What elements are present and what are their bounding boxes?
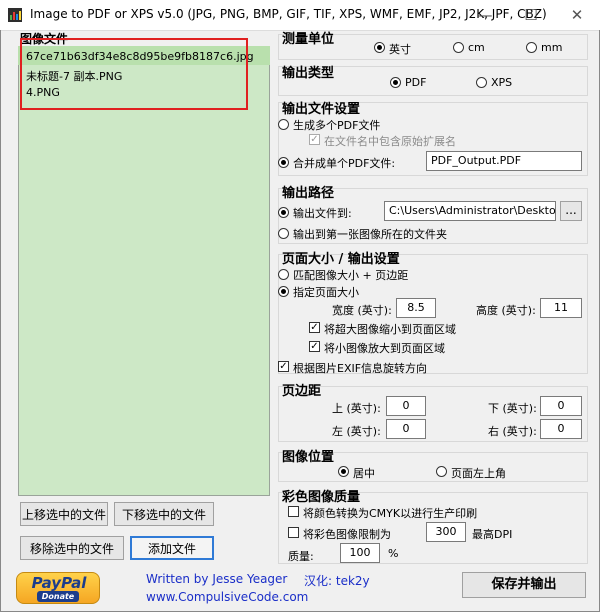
output-type-title: 输出类型 bbox=[282, 66, 335, 81]
cmyk-label: 将颜色转换为CMYK以进行生产印刷 bbox=[303, 507, 478, 520]
limit-dpi-label: 将彩色图像限制为 bbox=[303, 528, 391, 541]
shrink-large-checkbox[interactable]: ✓ bbox=[309, 322, 320, 333]
specify-page-size-radio[interactable] bbox=[278, 286, 289, 297]
save-and-export-button[interactable]: 保存并输出 bbox=[462, 572, 586, 598]
page-width-label: 宽度 (英寸): bbox=[332, 304, 392, 317]
output-path-title: 输出路径 bbox=[282, 186, 335, 201]
margin-right-label: 右 (英寸): bbox=[488, 425, 537, 438]
position-center-label: 居中 bbox=[353, 467, 375, 480]
exif-rotate-label: 根据图片EXIF信息旋转方向 bbox=[293, 362, 428, 375]
pdf-filename-input[interactable]: PDF_Output.PDF bbox=[426, 151, 582, 171]
units-cm-radio[interactable] bbox=[453, 42, 464, 53]
quality-percent-label: % bbox=[388, 547, 399, 560]
page-size-title: 页面大小 / 输出设置 bbox=[282, 252, 400, 267]
file-settings-title: 输出文件设置 bbox=[282, 102, 361, 117]
position-center-radio[interactable] bbox=[338, 466, 349, 477]
units-inch-label: 英寸 bbox=[389, 43, 411, 56]
first-image-folder-radio[interactable] bbox=[278, 228, 289, 239]
output-xps-label: XPS bbox=[491, 76, 513, 89]
file-list[interactable] bbox=[18, 46, 270, 496]
dpi-input[interactable]: 300 bbox=[426, 522, 466, 542]
add-files-button[interactable]: 添加文件 bbox=[130, 536, 214, 560]
units-cm-label: cm bbox=[468, 41, 485, 54]
dpi-label: 最高DPI bbox=[472, 528, 513, 541]
remove-selected-button[interactable]: 移除选中的文件 bbox=[20, 536, 124, 560]
paypal-logo: PayPal bbox=[31, 574, 87, 592]
exif-rotate-checkbox[interactable]: ✓ bbox=[278, 361, 289, 372]
paypal-donate-button[interactable]: PayPal Donate bbox=[16, 572, 100, 604]
margin-right-input[interactable]: 0 bbox=[540, 419, 582, 439]
units-title: 测量单位 bbox=[282, 32, 335, 47]
output-xps-radio[interactable] bbox=[476, 77, 487, 88]
keep-extension-label: 在文件名中包含原始扩展名 bbox=[324, 135, 456, 148]
enlarge-small-checkbox[interactable]: ✓ bbox=[309, 341, 320, 352]
margin-left-label: 左 (英寸): bbox=[332, 425, 381, 438]
app-icon bbox=[8, 8, 22, 22]
keep-extension-checkbox[interactable]: ✓ bbox=[309, 134, 320, 145]
margins-title: 页边距 bbox=[282, 384, 322, 399]
match-image-size-radio[interactable] bbox=[278, 269, 289, 280]
page-height-label: 高度 (英寸): bbox=[476, 304, 536, 317]
multi-pdf-label: 生成多个PDF文件 bbox=[293, 119, 381, 132]
move-up-button[interactable]: 上移选中的文件 bbox=[20, 502, 108, 526]
margin-bottom-input[interactable]: 0 bbox=[540, 396, 582, 416]
enlarge-small-label: 将小图像放大到页面区域 bbox=[324, 342, 445, 355]
first-image-folder-label: 输出到第一张图像所在的文件夹 bbox=[293, 228, 447, 241]
match-image-size-label: 匹配图像大小 + 页边距 bbox=[293, 269, 409, 282]
units-inch-radio[interactable] bbox=[374, 42, 385, 53]
margin-top-label: 上 (英寸): bbox=[332, 402, 381, 415]
quality-input[interactable]: 100 bbox=[340, 543, 380, 563]
output-folder-input[interactable]: C:\Users\Administrator\Desktop bbox=[384, 201, 556, 221]
margin-top-input[interactable]: 0 bbox=[386, 396, 426, 416]
margin-left-input[interactable]: 0 bbox=[386, 419, 426, 439]
margin-bottom-label: 下 (英寸): bbox=[488, 402, 537, 415]
move-down-button[interactable]: 下移选中的文件 bbox=[114, 502, 214, 526]
close-button[interactable]: ✕ bbox=[554, 0, 600, 30]
position-top-left-label: 页面左上角 bbox=[451, 467, 506, 480]
page-width-input[interactable]: 8.5 bbox=[396, 298, 436, 318]
output-pdf-radio[interactable] bbox=[390, 77, 401, 88]
minimize-button[interactable]: — bbox=[462, 0, 508, 30]
browse-folder-button[interactable]: ... bbox=[560, 201, 582, 221]
units-mm-radio[interactable] bbox=[526, 42, 537, 53]
single-pdf-radio[interactable] bbox=[278, 157, 289, 168]
output-to-folder-radio[interactable] bbox=[278, 207, 289, 218]
output-pdf-label: PDF bbox=[405, 76, 427, 89]
single-pdf-label: 合并成单个PDF文件: bbox=[293, 157, 396, 170]
highlight-box bbox=[20, 38, 248, 110]
image-position-title: 图像位置 bbox=[282, 450, 335, 465]
author-link[interactable]: Written by Jesse Yeager bbox=[146, 572, 287, 586]
cmyk-checkbox[interactable] bbox=[288, 506, 299, 517]
localization-credit: 汉化: tek2y bbox=[304, 574, 370, 588]
position-top-left-radio[interactable] bbox=[436, 466, 447, 477]
page-height-input[interactable]: 11 bbox=[540, 298, 582, 318]
shrink-large-label: 将超大图像缩小到页面区域 bbox=[324, 323, 456, 336]
website-link[interactable]: www.CompulsiveCode.com bbox=[146, 590, 308, 604]
maximize-button[interactable]: ☐ bbox=[508, 0, 554, 30]
donate-label: Donate bbox=[37, 591, 79, 602]
units-mm-label: mm bbox=[541, 41, 563, 54]
color-quality-title: 彩色图像质量 bbox=[282, 490, 361, 505]
quality-label: 质量: bbox=[288, 550, 314, 563]
title-bar[interactable]: Image to PDF or XPS v5.0 (JPG, PNG, BMP,… bbox=[0, 0, 600, 31]
limit-dpi-checkbox[interactable] bbox=[288, 527, 299, 538]
specify-page-size-label: 指定页面大小 bbox=[293, 286, 359, 299]
multi-pdf-radio[interactable] bbox=[278, 119, 289, 130]
output-to-folder-label: 输出文件到: bbox=[293, 207, 352, 220]
